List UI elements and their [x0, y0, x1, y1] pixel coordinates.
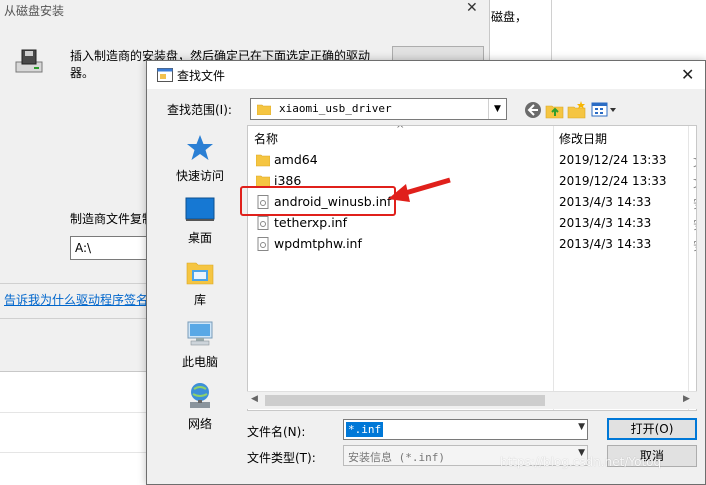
place-label: 网络	[187, 417, 212, 431]
find-file-dialog: 查找文件 ✕ 查找范围(I): xiaomi_usb_driver ▼ 快速访问…	[146, 60, 706, 485]
file-type-truncated: 安	[693, 216, 696, 233]
file-type-truncated: 安	[693, 195, 696, 212]
dialog-close-button[interactable]: ✕	[681, 65, 694, 84]
file-type-label: 文件类型(T):	[247, 451, 316, 465]
place-desktop[interactable]: 桌面	[155, 193, 245, 253]
dialog-titlebar: 查找文件 ✕	[147, 61, 705, 89]
file-date: 2013/4/3 14:33	[559, 216, 652, 230]
file-type-truncated: 安	[693, 237, 696, 254]
place-network[interactable]: 网络	[155, 379, 245, 439]
divider	[0, 283, 150, 284]
network-icon	[190, 383, 210, 408]
file-date: 2019/12/24 13:33	[559, 174, 667, 188]
file-name-input[interactable]: *.inf ▼	[343, 419, 588, 440]
view-menu-icon[interactable]	[591, 100, 619, 120]
place-quick-access[interactable]: 快速访问	[155, 131, 245, 191]
file-name: amd64	[274, 152, 318, 167]
file-name-value: *.inf	[346, 422, 384, 437]
places-bar: 快速访问 桌面 库 此电脑 网络	[155, 125, 245, 431]
sort-ascending-icon: ^	[396, 125, 405, 135]
place-this-pc[interactable]: 此电脑	[155, 317, 245, 377]
file-type-value: 安装信息 (*.inf)	[348, 451, 445, 464]
column-header-name[interactable]: 名称	[254, 126, 278, 148]
place-label: 此电脑	[181, 355, 218, 369]
install-from-disk-title: 从磁盘安装	[4, 4, 65, 18]
divider	[0, 318, 150, 319]
open-button[interactable]: 打开(O)	[607, 418, 697, 440]
star-icon	[187, 135, 213, 160]
file-type-truncated: 文	[693, 174, 696, 191]
scroll-left-icon[interactable]: ◀	[251, 394, 258, 404]
manufacturer-path-input[interactable]: A:\	[70, 236, 150, 260]
place-library[interactable]: 库	[155, 255, 245, 315]
file-name: tetherxp.inf	[274, 215, 348, 230]
annotation-arrow-icon	[388, 177, 451, 202]
chevron-down-icon[interactable]: ▼	[578, 422, 585, 432]
look-in-label: 查找范围(I):	[167, 103, 232, 117]
place-label: 库	[193, 293, 206, 307]
file-date: 2013/4/3 14:33	[559, 195, 652, 209]
manufacturer-label: 制造商文件复制	[70, 212, 155, 226]
file-date: 2019/12/24 13:33	[559, 153, 667, 167]
folder-icon	[256, 154, 270, 167]
screen: 从磁盘安装 ✕ 插入制造商的安装盘，然后确定已在下面选定正确的驱动 器。 制造商…	[0, 0, 706, 485]
driver-signing-help-link[interactable]: 告诉我为什么驱动程序签名	[4, 291, 148, 308]
settings-file-icon	[257, 216, 269, 230]
file-name: wpdmtphw.inf	[274, 236, 362, 251]
look-in-combo[interactable]: xiaomi_usb_driver ▼	[250, 98, 507, 120]
new-folder-icon[interactable]	[567, 100, 587, 120]
folder-icon	[257, 104, 271, 115]
annotation-highlight-box	[240, 186, 396, 216]
scroll-right-icon[interactable]: ▶	[683, 394, 690, 404]
install-from-disk-close-button[interactable]: ✕	[466, 0, 478, 16]
column-header-modified[interactable]: 修改日期	[559, 126, 607, 148]
file-row[interactable]: wpdmtphw.inf 2013/4/3 14:33 安	[248, 234, 696, 255]
look-in-value: xiaomi_usb_driver	[279, 102, 392, 115]
place-label: 快速访问	[175, 169, 224, 183]
scrollbar-thumb[interactable]	[265, 395, 545, 406]
file-name-label: 文件名(N):	[247, 425, 306, 439]
file-row[interactable]: tetherxp.inf 2013/4/3 14:33 安	[248, 213, 696, 234]
file-row[interactable]: amd64 2019/12/24 13:33 文	[248, 150, 696, 171]
desktop-icon	[185, 197, 215, 221]
file-date: 2013/4/3 14:33	[559, 237, 652, 251]
divider	[0, 412, 150, 413]
up-folder-icon[interactable]	[545, 100, 565, 120]
background-area	[0, 372, 150, 485]
divider	[0, 452, 150, 453]
file-list[interactable]: 名称 ^ 修改日期 amd64 2019/12/24 13:33 文 i386 …	[247, 125, 697, 411]
back-icon[interactable]	[523, 100, 543, 120]
computer-icon	[187, 321, 213, 346]
background-window-text: 磁盘，	[491, 10, 528, 24]
library-icon	[186, 262, 214, 285]
watermark: https://blog.csdn.net/Yotoq	[500, 455, 662, 469]
window-icon	[157, 68, 173, 82]
disk-drive-icon	[15, 49, 43, 73]
file-type-truncated: 文	[693, 153, 696, 170]
place-label: 桌面	[187, 231, 212, 245]
dialog-title: 查找文件	[177, 69, 226, 83]
settings-file-icon	[257, 237, 269, 251]
horizontal-scrollbar[interactable]: ◀ ▶	[247, 391, 697, 409]
chevron-down-icon[interactable]: ▼	[488, 99, 506, 119]
